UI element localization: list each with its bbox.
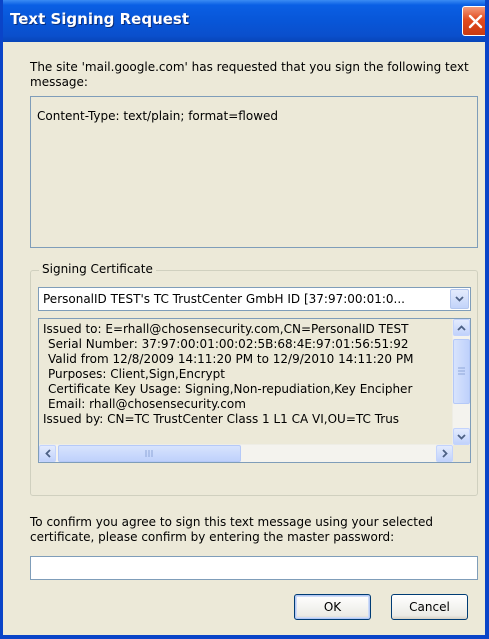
chevron-right-icon bbox=[441, 449, 448, 458]
horizontal-scrollbar[interactable] bbox=[39, 444, 453, 462]
certificate-details-box[interactable]: Issued to: E=rhall@chosensecurity.com,CN… bbox=[38, 318, 471, 463]
grip-icon bbox=[145, 450, 153, 457]
chevron-down-icon bbox=[455, 296, 464, 302]
ok-button[interactable]: OK bbox=[294, 594, 371, 620]
signing-certificate-label: Signing Certificate bbox=[39, 262, 156, 276]
detail-key-usage: Certificate Key Usage: Signing,Non-repud… bbox=[48, 382, 413, 396]
scroll-corner bbox=[453, 445, 470, 462]
vertical-scroll-thumb[interactable] bbox=[453, 339, 470, 404]
request-prompt: The site 'mail.google.com' has requested… bbox=[30, 60, 469, 89]
certificate-dropdown-button[interactable] bbox=[450, 289, 469, 309]
scroll-left-button[interactable] bbox=[39, 445, 56, 462]
confirm-instructions: To confirm you agree to sign this text m… bbox=[30, 515, 433, 544]
master-password-field[interactable] bbox=[30, 556, 478, 580]
certificate-select[interactable]: PersonalID TEST's TC TrustCenter GmbH ID… bbox=[38, 287, 471, 311]
close-button[interactable] bbox=[462, 6, 485, 36]
chevron-left-icon bbox=[44, 449, 51, 458]
window-title: Text Signing Request bbox=[10, 10, 190, 28]
detail-email: Email: rhall@chosensecurity.com bbox=[48, 397, 246, 411]
detail-issued-by: Issued by: CN=TC TrustCenter Class 1 L1 … bbox=[43, 412, 400, 426]
certificate-details-text: Issued to: E=rhall@chosensecurity.com,CN… bbox=[43, 322, 443, 442]
scroll-down-button[interactable] bbox=[453, 428, 470, 445]
certificate-select-value: PersonalID TEST's TC TrustCenter GmbH ID… bbox=[43, 292, 405, 306]
vertical-scrollbar[interactable] bbox=[452, 319, 470, 445]
message-content-box[interactable]: Content-Type: text/plain; format=flowed bbox=[30, 96, 478, 248]
dialog-window: Text Signing Request The site 'mail.goog… bbox=[0, 0, 489, 639]
scroll-right-button[interactable] bbox=[436, 445, 453, 462]
detail-issued-to: Issued to: E=rhall@chosensecurity.com,CN… bbox=[43, 322, 409, 336]
title-bar[interactable]: Text Signing Request bbox=[3, 0, 485, 42]
chevron-up-icon bbox=[457, 324, 466, 331]
message-content-text: Content-Type: text/plain; format=flowed bbox=[37, 109, 279, 123]
detail-purposes: Purposes: Client,Sign,Encrypt bbox=[48, 367, 225, 381]
cancel-button[interactable]: Cancel bbox=[391, 594, 468, 620]
close-icon bbox=[468, 14, 483, 28]
detail-validity: Valid from 12/8/2009 14:11:20 PM to 12/9… bbox=[48, 352, 414, 366]
detail-serial-number: Serial Number: 37:97:00:01:00:02:5B:68:4… bbox=[48, 337, 409, 351]
grip-icon bbox=[458, 367, 465, 375]
horizontal-scroll-thumb[interactable] bbox=[58, 445, 241, 462]
chevron-down-icon bbox=[457, 433, 466, 440]
scroll-up-button[interactable] bbox=[453, 319, 470, 336]
